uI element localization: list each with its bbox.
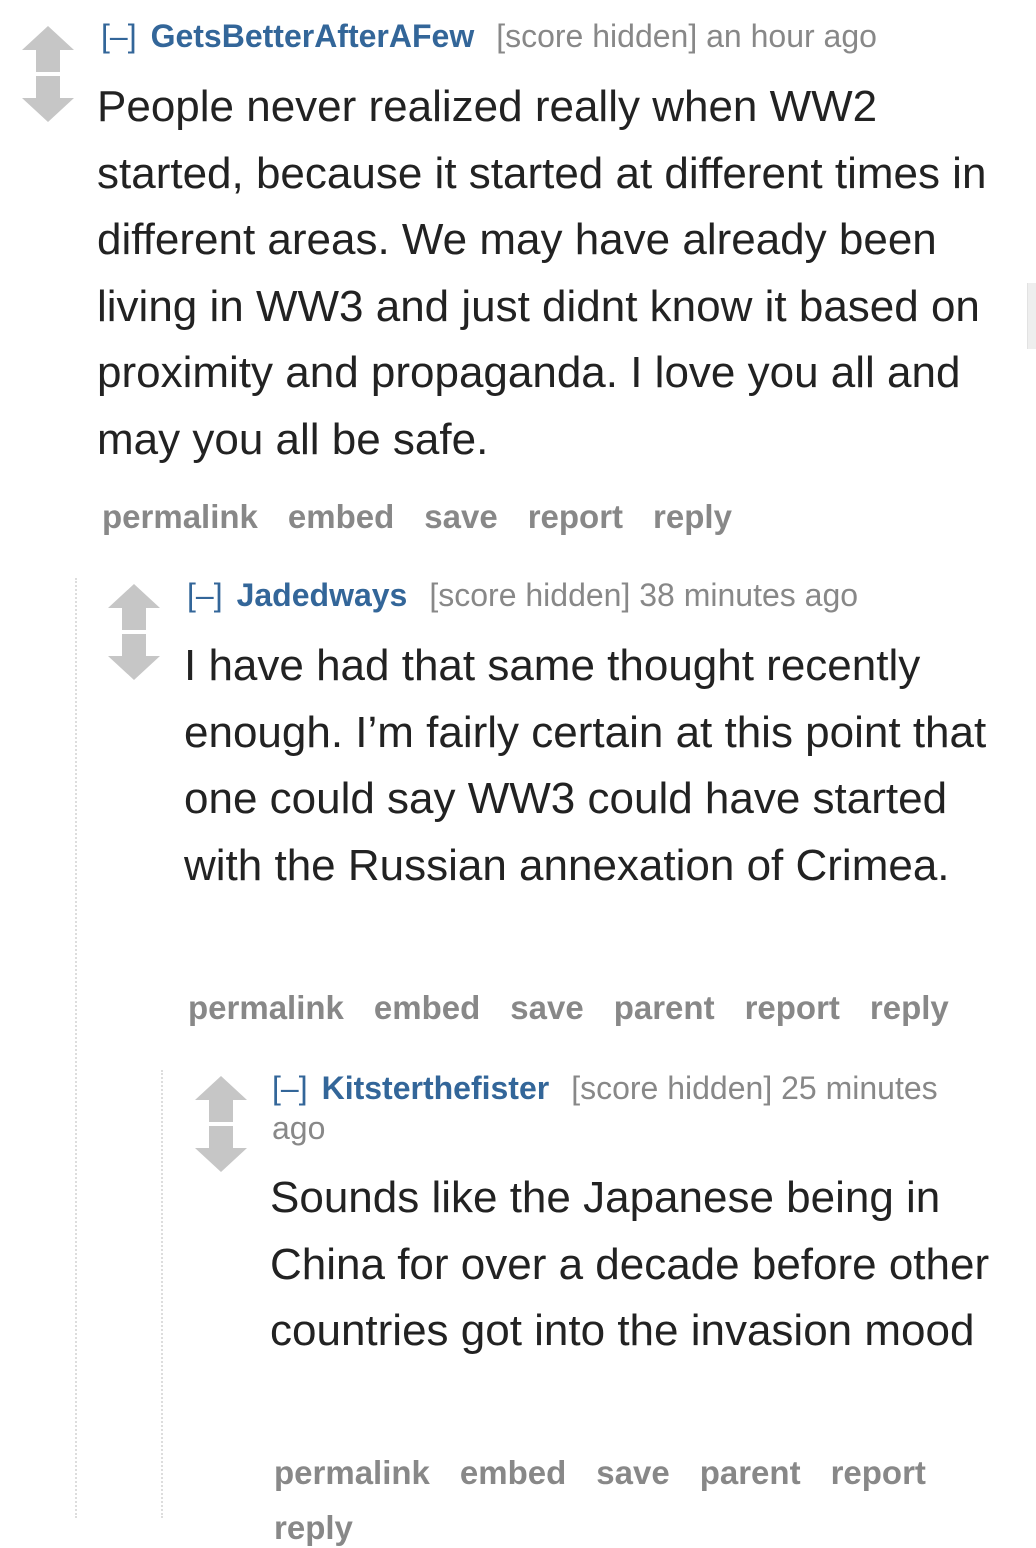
embed-button[interactable]: embed [460,1454,566,1491]
vote-buttons [195,1076,247,1172]
comment-actions: permalink embed save parent report [274,1453,956,1493]
reply-button[interactable]: reply [274,1508,353,1548]
downvote-arrow-icon[interactable] [195,1126,247,1172]
collapse-toggle[interactable]: [–] [272,1070,308,1106]
comment-body: Sounds like the Japanese being in China … [270,1173,990,1356]
report-button[interactable]: report [831,1454,926,1491]
permalink-button[interactable]: permalink [274,1454,430,1491]
score-hidden: [score hidden] [571,1070,773,1106]
comment-3: [–] Kitsterthefister [score hidden] 25 min… [0,0,1036,1546]
parent-button[interactable]: parent [700,1454,801,1491]
save-button[interactable]: save [596,1454,669,1491]
author-link[interactable]: Kitsterthefister [322,1070,550,1106]
comment-tagline: [–] Kitsterthefister [score hidden] 25 min… [272,1068,992,1148]
upvote-arrow-icon[interactable] [195,1076,247,1122]
